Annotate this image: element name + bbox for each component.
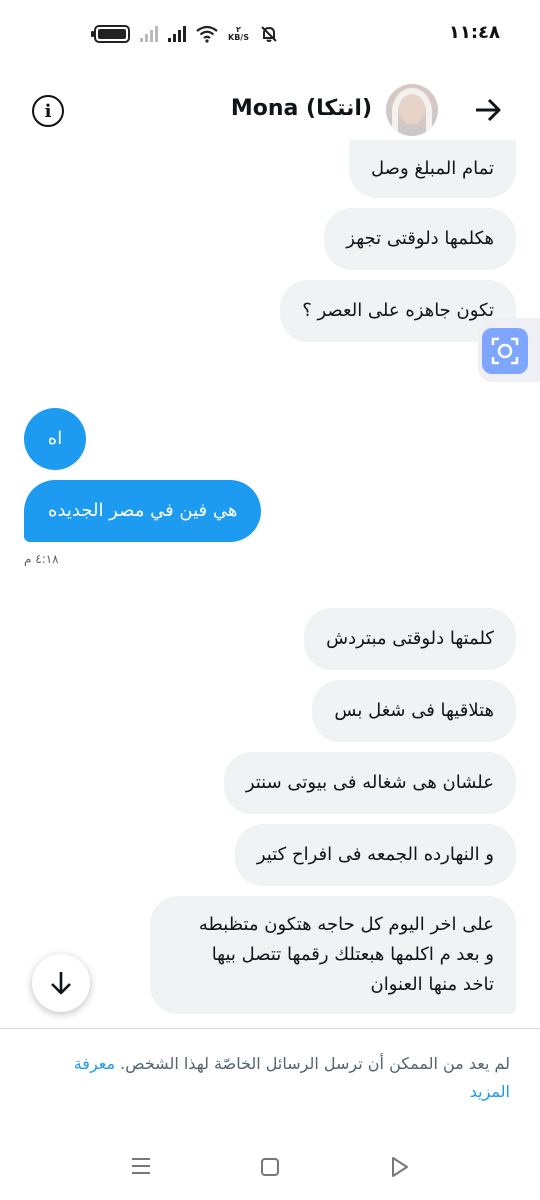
message-bubble-incoming[interactable]: هكلمها دلوقتى تجهز <box>324 208 516 270</box>
system-nav-bar <box>0 1140 540 1200</box>
status-icons: ٢ KB/S <box>91 24 279 44</box>
message-text: تكون جاهزه على العصر ؟ <box>302 300 494 321</box>
message-text: هكلمها دلوقتى تجهز <box>346 228 494 249</box>
message-bubble-incoming[interactable]: تمام المبلغ وصل <box>349 140 516 198</box>
message-text: تمام المبلغ وصل <box>371 158 494 179</box>
message-text: هي فين في مصر الجديده <box>48 500 238 521</box>
clock: ١١:٤٨ <box>448 22 500 43</box>
message-bubble-outgoing[interactable]: هي فين في مصر الجديده <box>24 480 262 542</box>
network-speed-unit: KB/S <box>228 33 249 42</box>
avatar[interactable] <box>386 84 438 136</box>
divider <box>0 1028 540 1029</box>
notice-text: لم يعد من الممكن أن ترسل الرسائل الخاصّة… <box>120 1054 510 1073</box>
back-triangle-icon[interactable] <box>390 1156 410 1178</box>
message-text: و النهارده الجمعه فى افراح كتير <box>256 844 494 865</box>
message-text-line: على اخر اليوم كل حاجه هتكون متظبطه <box>198 914 494 935</box>
message-text: كلمتها دلوقتى مبتردش <box>326 628 494 649</box>
message-text-line: تاخد منها العنوان <box>370 974 495 995</box>
message-bubble-incoming[interactable]: علشان هى شغاله فى بيوتى سنتر <box>223 752 516 814</box>
signal-sim2-icon <box>168 26 186 42</box>
scroll-to-bottom-button[interactable] <box>32 954 90 1012</box>
message-text: هتلاقيها فى شغل بس <box>334 700 494 721</box>
message-bubble-incoming[interactable]: هتلاقيها فى شغل بس <box>312 680 516 742</box>
message-text: اه <box>47 428 63 449</box>
bell-muted-icon <box>261 26 277 42</box>
dm-unavailable-notice: لم يعد من الممكن أن ترسل الرسائل الخاصّة… <box>30 1050 510 1106</box>
signal-sim1-icon <box>140 26 158 42</box>
message-timestamp: ٤:١٨ م <box>24 552 59 566</box>
message-text: علشان هى شغاله فى بيوتى سنتر <box>245 772 494 793</box>
message-bubble-incoming[interactable]: و النهارده الجمعه فى افراح كتير <box>234 824 516 886</box>
message-text-line: و بعد م اكلمها هبعتلك رقمها تتصل بيها <box>211 944 494 965</box>
wifi-icon <box>196 25 218 43</box>
battery-icon <box>91 25 130 43</box>
conversation-header: i Mona (انتكا) <box>0 78 540 148</box>
message-bubble-outgoing[interactable]: اه <box>24 408 86 470</box>
contact-name[interactable]: Mona (انتكا) <box>231 96 372 121</box>
status-bar: ٢ KB/S ١١:٤٨ <box>0 0 540 70</box>
back-arrow-icon[interactable] <box>470 92 506 128</box>
message-bubble-incoming[interactable]: على اخر اليوم كل حاجه هتكون متظبطه و بعد… <box>150 896 516 1014</box>
message-bubble-incoming[interactable]: كلمتها دلوقتى مبتردش <box>304 608 516 670</box>
recent-apps-icon[interactable] <box>132 1158 150 1179</box>
network-speed: ٢ KB/S <box>228 26 249 42</box>
info-icon[interactable]: i <box>32 95 64 127</box>
scan-icon[interactable] <box>482 328 528 374</box>
home-icon[interactable] <box>261 1158 279 1176</box>
arrow-down-icon <box>51 972 71 995</box>
